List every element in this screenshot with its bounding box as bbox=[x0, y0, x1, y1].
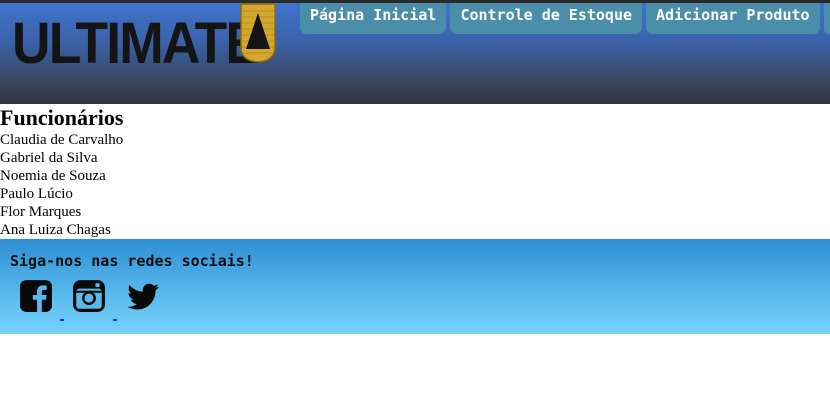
employee-item: Noemia de Souza bbox=[0, 168, 106, 184]
main-content: Funcionários Claudia de Carvalho Gabriel… bbox=[0, 104, 830, 239]
employee-item: Claudia de Carvalho bbox=[0, 132, 124, 148]
facebook-icon[interactable] bbox=[19, 279, 53, 313]
page-title: Funcionários bbox=[0, 105, 124, 130]
social-heading: Siga-nos nas redes sociais! bbox=[10, 252, 254, 270]
nav-home[interactable]: Página Inicial bbox=[300, 3, 447, 34]
twitter-icon[interactable] bbox=[126, 279, 160, 313]
link-underline bbox=[60, 319, 64, 321]
employee-item: Paulo Lúcio bbox=[0, 186, 73, 202]
main-nav: Página Inicial Controle de Estoque Adici… bbox=[300, 3, 830, 37]
instagram-icon[interactable] bbox=[72, 279, 106, 313]
nav-add-product[interactable]: Adicionar Produto bbox=[646, 3, 820, 34]
shield-logo-icon bbox=[240, 3, 276, 63]
employee-item: Ana Luiza Chagas bbox=[0, 222, 111, 238]
employee-item: Flor Marques bbox=[0, 204, 82, 220]
site-footer: Siga-nos nas redes sociais! bbox=[0, 239, 830, 334]
site-header: ULTIMATE Página Inicial Controle de Esto… bbox=[0, 0, 830, 104]
logo-text: ULTIMATE bbox=[12, 11, 261, 76]
nav-stock-control[interactable]: Controle de Estoque bbox=[450, 3, 643, 34]
employee-list: Claudia de Carvalho Gabriel da Silva Noe… bbox=[0, 131, 830, 239]
link-underline bbox=[113, 319, 117, 321]
employee-item: Gabriel da Silva bbox=[0, 150, 98, 166]
nav-item-partial[interactable] bbox=[823, 3, 830, 34]
